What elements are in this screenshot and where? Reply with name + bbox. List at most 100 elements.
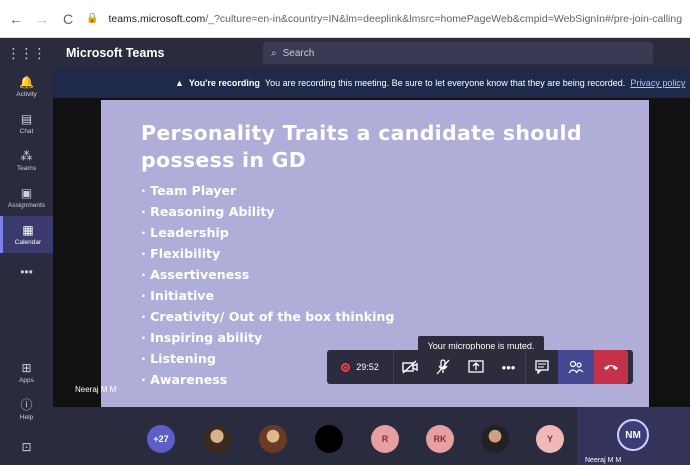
rail-label-teams: Teams bbox=[16, 164, 37, 172]
slide-bullet: · Assertiveness bbox=[141, 267, 250, 282]
slide-bullet-text: Flexibility bbox=[150, 246, 221, 261]
forward-icon[interactable]: → bbox=[34, 11, 50, 27]
slide-bullet-text: Awareness bbox=[150, 372, 228, 387]
hang-up-button[interactable] bbox=[594, 350, 628, 384]
search-icon: ⌕ bbox=[271, 47, 277, 59]
slide-bullet: · Reasoning Ability bbox=[141, 204, 275, 219]
teams-icon: ⁂ bbox=[20, 148, 33, 163]
chat-toggle-button[interactable] bbox=[525, 350, 558, 384]
rail-item-activity[interactable]: 🔔 Activity bbox=[0, 68, 53, 105]
share-screen-button[interactable] bbox=[459, 350, 492, 384]
camera-toggle-button[interactable] bbox=[393, 350, 426, 384]
rail-label-apps: Apps bbox=[19, 376, 34, 384]
participant-avatar-dark[interactable] bbox=[315, 425, 343, 453]
rail-item-apps[interactable]: ⊞ Apps bbox=[0, 354, 53, 391]
slide-bullet-text: Creativity/ Out of the box thinking bbox=[150, 309, 395, 324]
chat-icon bbox=[535, 360, 549, 374]
participant-gallery: +27 R RK Y NM Neeraj M M bbox=[53, 407, 690, 465]
avatar-initials: Y bbox=[546, 434, 553, 444]
presenter-name: Neeraj M M bbox=[75, 385, 117, 394]
participant-avatar-r[interactable]: R bbox=[371, 425, 399, 453]
participant-avatar-photo[interactable] bbox=[259, 425, 287, 453]
privacy-policy-link[interactable]: Privacy policy bbox=[630, 78, 685, 88]
participant-avatar-photo[interactable] bbox=[481, 425, 509, 453]
participant-avatar-photo[interactable] bbox=[203, 425, 231, 453]
more-icon: ••• bbox=[501, 359, 516, 375]
warning-icon: ▲ bbox=[175, 78, 184, 88]
slide-bullet: · Leadership bbox=[141, 225, 229, 240]
bell-icon: 🔔 bbox=[19, 74, 34, 89]
browser-toolbar: ← → C 🔒 teams.microsoft.com/_?culture=en… bbox=[0, 0, 690, 38]
app-rail: 🔔 Activity ▤ Chat ⁂ Teams ▣ Assignments … bbox=[0, 68, 53, 465]
rail-item-teams[interactable]: ⁂ Teams bbox=[0, 142, 53, 179]
slide-bullet: · Flexibility bbox=[141, 246, 221, 261]
slide-bullet-text: Initiative bbox=[150, 288, 215, 303]
teams-header: ⋮⋮⋮ Microsoft Teams ⌕ Search bbox=[0, 38, 690, 68]
more-icon: ••• bbox=[20, 264, 33, 279]
record-icon bbox=[341, 362, 351, 372]
overflow-count: +27 bbox=[153, 434, 169, 444]
avatar-initials: RK bbox=[433, 434, 447, 444]
rail-item-chat[interactable]: ▤ Chat bbox=[0, 105, 53, 142]
back-icon[interactable]: ← bbox=[8, 11, 24, 27]
rail-more-button[interactable]: ••• bbox=[0, 253, 53, 290]
recording-title: You're recording bbox=[188, 78, 260, 88]
avatar-initials: R bbox=[381, 434, 389, 444]
participants-button[interactable] bbox=[558, 350, 594, 384]
rail-item-calendar[interactable]: ▦ Calendar bbox=[0, 216, 53, 253]
self-name: Neeraj M M bbox=[585, 457, 622, 464]
address-bar[interactable]: teams.microsoft.com/_?culture=en-in&coun… bbox=[108, 13, 682, 25]
search-input[interactable]: ⌕ Search bbox=[263, 42, 653, 64]
share-icon bbox=[467, 360, 484, 373]
reload-icon[interactable]: C bbox=[60, 11, 76, 27]
participants-icon bbox=[568, 360, 584, 374]
overflow-participants-button[interactable]: +27 bbox=[147, 425, 175, 453]
assignments-icon: ▣ bbox=[20, 185, 33, 200]
app-launcher-icon[interactable]: ⋮⋮⋮ bbox=[0, 45, 52, 62]
camera-off-icon bbox=[402, 360, 418, 374]
url-host: teams.microsoft.com bbox=[108, 12, 206, 25]
rail-item-assignments[interactable]: ▣ Assignments bbox=[0, 179, 53, 216]
recording-timer: 29:52 bbox=[327, 350, 393, 384]
apps-icon: ⊞ bbox=[21, 360, 32, 375]
call-duration: 29:52 bbox=[356, 362, 379, 372]
participant-avatar-y[interactable]: Y bbox=[536, 425, 564, 453]
calendar-icon: ▦ bbox=[22, 222, 34, 237]
self-initials: NM bbox=[625, 429, 641, 441]
slide-bullet: · Team Player bbox=[141, 183, 237, 198]
download-app-button[interactable]: ⊡ bbox=[0, 428, 53, 465]
slide-bullet-text: Leadership bbox=[150, 225, 229, 240]
rail-item-help[interactable]: ⓘ Help bbox=[0, 391, 53, 428]
hang-up-icon bbox=[604, 365, 618, 370]
download-icon: ⊡ bbox=[21, 439, 32, 454]
call-controls: 29:52 ••• bbox=[327, 350, 633, 384]
rail-bottom: ⊞ Apps ⓘ Help ⊡ bbox=[0, 354, 53, 465]
rail-label-help: Help bbox=[19, 413, 34, 421]
self-avatar: NM bbox=[617, 419, 649, 451]
slide-bullet: · Initiative bbox=[141, 288, 215, 303]
url-path: /_?culture=en-in&country=IN&lm=deeplink&… bbox=[205, 12, 682, 25]
slide-bullet-text: Reasoning Ability bbox=[150, 204, 275, 219]
rail-label-assignments: Assignments bbox=[7, 201, 46, 209]
rail-label-activity: Activity bbox=[16, 90, 37, 98]
slide-title: Personality Traits a candidate should po… bbox=[141, 121, 582, 172]
rail-label-calendar: Calendar bbox=[14, 238, 42, 246]
rail-label-chat: Chat bbox=[19, 127, 34, 135]
mic-toggle-button[interactable] bbox=[426, 350, 459, 384]
recording-banner: ▲ You're recording You are recording thi… bbox=[53, 68, 690, 98]
search-placeholder: Search bbox=[282, 47, 315, 59]
more-actions-button[interactable]: ••• bbox=[492, 350, 525, 384]
self-video-tile[interactable]: NM Neeraj M M bbox=[577, 407, 690, 465]
slide-bullet-text: Listening bbox=[150, 351, 216, 366]
recording-message: You are recording this meeting. Be sure … bbox=[264, 78, 626, 88]
mic-off-icon bbox=[436, 359, 449, 375]
slide-bullet-text: Team Player bbox=[150, 183, 237, 198]
lock-icon[interactable]: 🔒 bbox=[86, 13, 98, 24]
slide-bullet-text: Assertiveness bbox=[150, 267, 250, 282]
app-title: Microsoft Teams bbox=[66, 46, 165, 60]
participant-avatar-rk[interactable]: RK bbox=[426, 425, 454, 453]
slide-bullet: · Creativity/ Out of the box thinking bbox=[141, 309, 395, 324]
slide-bullet-text: Inspiring ability bbox=[150, 330, 263, 345]
help-icon: ⓘ bbox=[20, 397, 33, 412]
chat-icon: ▤ bbox=[20, 111, 33, 126]
